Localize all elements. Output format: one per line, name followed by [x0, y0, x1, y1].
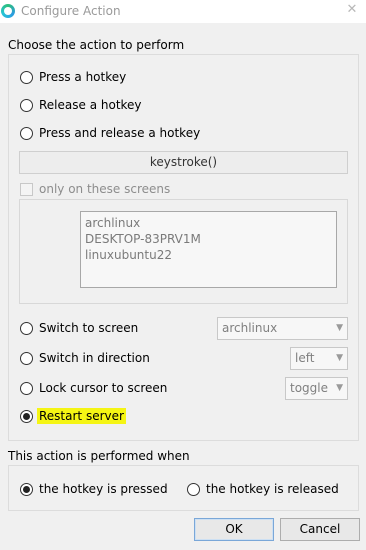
radio-button[interactable] [20, 70, 33, 84]
radio-label: Press a hotkey [39, 70, 127, 84]
select-value: left [295, 351, 315, 365]
only-on-screens-checkbox[interactable] [20, 182, 33, 196]
ok-button[interactable]: OK [194, 518, 274, 541]
radio-button[interactable] [20, 126, 33, 140]
chevron-down-icon: ▼ [336, 323, 343, 333]
radio-hotkey-released[interactable]: the hotkey is released [187, 481, 339, 497]
radio-label: the hotkey is pressed [39, 482, 168, 496]
app-ring-icon [1, 4, 15, 18]
radio-switch-to-screen[interactable]: Switch to screen [20, 320, 138, 336]
radio-hotkey-pressed[interactable]: the hotkey is pressed [20, 481, 168, 497]
radio-button[interactable] [20, 381, 33, 395]
radio-label: Press and release a hotkey [39, 126, 201, 140]
radio-label: Switch in direction [39, 351, 150, 365]
action-section-label: Choose the action to perform [8, 38, 185, 52]
list-item[interactable]: linuxubuntu22 [85, 247, 332, 263]
radio-label: Release a hotkey [39, 98, 142, 112]
radio-button[interactable] [20, 482, 33, 496]
radio-lock-cursor[interactable]: Lock cursor to screen [20, 380, 167, 396]
radio-button[interactable] [187, 482, 200, 496]
radio-press-release-hotkey[interactable]: Press and release a hotkey [20, 125, 200, 141]
title-bar: Configure Action ✕ [0, 0, 366, 23]
radio-button[interactable] [20, 321, 33, 335]
radio-release-hotkey[interactable]: Release a hotkey [20, 97, 142, 113]
radio-button[interactable] [20, 98, 33, 112]
list-item[interactable]: DESKTOP-83PRV1M [85, 231, 332, 247]
radio-button[interactable] [20, 351, 33, 365]
list-item[interactable]: archlinux [85, 215, 332, 231]
chevron-down-icon: ▼ [336, 353, 343, 363]
when-section-label: This action is performed when [8, 449, 190, 463]
radio-label: Switch to screen [39, 321, 139, 335]
switch-to-screen-select[interactable]: archlinux ▼ [217, 317, 348, 340]
radio-button[interactable] [20, 409, 33, 423]
radio-label: Restart server [37, 408, 126, 424]
keystroke-button[interactable]: keystroke() [19, 151, 348, 174]
lock-cursor-select[interactable]: toggle ▼ [285, 377, 348, 400]
radio-restart-server[interactable]: Restart server [20, 408, 126, 424]
switch-direction-select[interactable]: left ▼ [290, 347, 348, 370]
only-on-screens-checkbox-row[interactable]: only on these screens [20, 181, 170, 197]
screens-list[interactable]: archlinux DESKTOP-83PRV1M linuxubuntu22 [80, 211, 337, 288]
window-title: Configure Action [21, 4, 121, 18]
chevron-down-icon: ▼ [336, 383, 343, 393]
only-on-screens-label: only on these screens [39, 182, 171, 196]
cancel-button[interactable]: Cancel [280, 518, 360, 541]
close-icon[interactable]: ✕ [344, 2, 360, 18]
radio-label: Lock cursor to screen [39, 381, 168, 395]
radio-switch-direction[interactable]: Switch in direction [20, 350, 150, 366]
radio-press-hotkey[interactable]: Press a hotkey [20, 69, 126, 85]
select-value: archlinux [222, 321, 278, 335]
radio-label: the hotkey is released [206, 482, 339, 496]
select-value: toggle [290, 381, 328, 395]
